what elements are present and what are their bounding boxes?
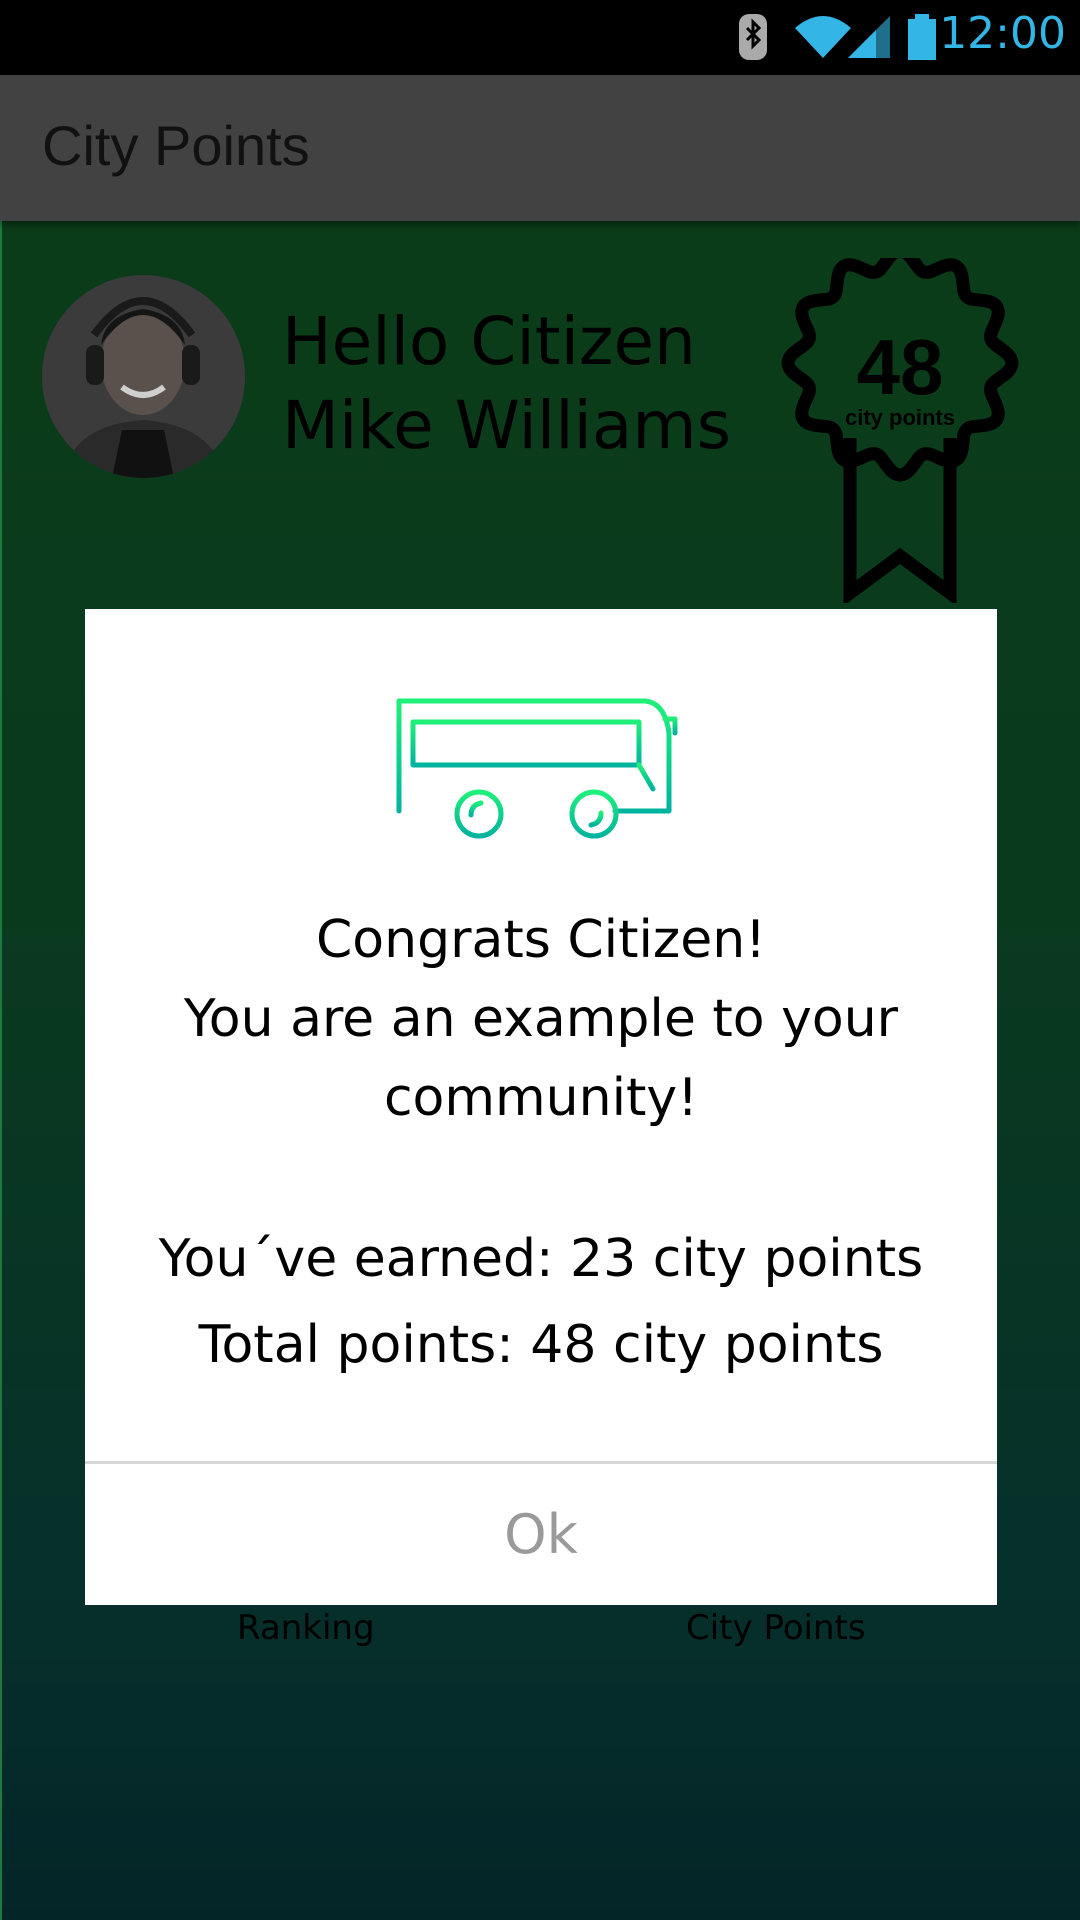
- congrats-line-3: community!: [383, 1068, 699, 1128]
- nav-ranking[interactable]: Ranking: [237, 1608, 375, 1648]
- edge-divider: [0, 221, 2, 1920]
- congrats-dialog: Congrats Citizen! You are an example to …: [85, 609, 997, 1605]
- greeting-line-2: Mike Williams: [282, 387, 732, 464]
- avatar[interactable]: [42, 275, 245, 478]
- avatar-image: [42, 275, 245, 478]
- greeting-line-1: Hello Citizen: [282, 303, 696, 380]
- badge-label: city points: [844, 405, 955, 430]
- congrats-line-1: Congrats Citizen!: [315, 910, 767, 970]
- status-bar: 12:00: [0, 0, 1080, 75]
- bus-icon: [383, 698, 686, 850]
- app-bar: City Points: [0, 75, 1080, 221]
- page-title: City Points: [42, 114, 310, 177]
- congrats-line-2: You are an example to your: [183, 989, 899, 1049]
- badge-points: 48: [856, 323, 944, 411]
- earned-points: You´ve earned: 23 city points: [158, 1229, 924, 1289]
- status-time: 12:00: [939, 8, 1066, 59]
- cell-signal-icon: [848, 16, 890, 58]
- bluetooth-icon: [739, 14, 767, 60]
- battery-icon: [908, 14, 936, 60]
- wifi-icon: [795, 16, 851, 58]
- ok-button[interactable]: Ok: [85, 1464, 997, 1605]
- nav-city-points[interactable]: City Points: [686, 1608, 866, 1648]
- total-points: Total points: 48 city points: [198, 1315, 884, 1375]
- congrats-message: Congrats Citizen! You are an example to …: [85, 901, 997, 1138]
- greeting: Hello Citizen Mike Williams: [282, 300, 731, 468]
